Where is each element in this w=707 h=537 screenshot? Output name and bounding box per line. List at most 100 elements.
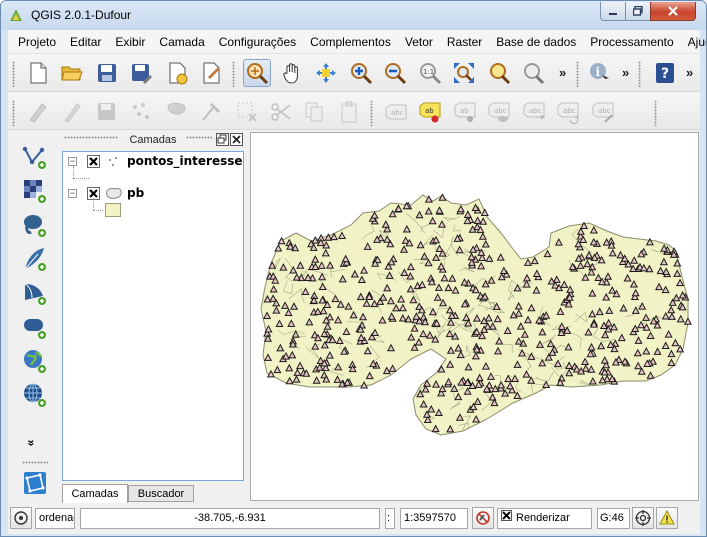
move-feature-button[interactable] [163,98,191,126]
messages-button[interactable] [10,507,32,529]
menu-processamento[interactable]: Processamento [583,30,680,54]
zoom-to-selection-button[interactable] [485,59,513,87]
layer-tree[interactable]: − pontos_interesse − pb [62,151,244,481]
composer-manager-button[interactable] [197,59,225,87]
toolbar-grip[interactable] [12,100,15,126]
zoom-out-button[interactable] [381,59,409,87]
toolbar-overflow-3[interactable]: » [686,65,693,80]
warning-icon [659,510,675,525]
help-icon: ? [656,63,674,83]
svg-text:abc: abc [529,107,542,115]
collapse-toggle[interactable]: − [68,189,77,198]
log-messages-button[interactable] [656,507,678,529]
layer-labeling-button[interactable]: abc [382,98,410,126]
label-highlight-button[interactable]: ab [416,98,444,126]
zoom-actual-size-button[interactable]: 1:1 [416,59,444,87]
zoom-in-button[interactable] [347,59,375,87]
menu-projeto[interactable]: Projeto [11,30,63,54]
menu-editar[interactable]: Editar [63,30,108,54]
copy-features-button[interactable] [300,98,328,126]
add-mssql-layer-button[interactable] [21,279,49,307]
minimize-button[interactable] [600,2,626,21]
rotate-label-button[interactable]: abc [554,98,582,126]
zoom-to-layer-button[interactable] [519,59,547,87]
toolbar-grip[interactable] [12,61,15,87]
change-label-button[interactable]: abc [589,98,617,126]
pin-labels-button[interactable]: ab [451,98,479,126]
projection-button[interactable] [632,507,654,529]
menu-base-de-dados[interactable]: Base de dados [489,30,583,54]
open-project-button[interactable] [58,59,86,87]
add-feature-button[interactable] [127,98,155,126]
close-button[interactable] [650,2,696,21]
menu-exibir[interactable]: Exibir [108,30,152,54]
menu-complementos[interactable]: Complementos [303,30,398,54]
save-as-icon [132,64,152,84]
layer-visibility-checkbox[interactable] [87,155,100,168]
add-vector-layer-button[interactable] [21,143,49,171]
save-edits-icon [98,103,115,120]
node-tool-icon [202,102,221,121]
show-hide-labels-button[interactable]: abc [485,98,513,126]
toolbar-grip[interactable] [654,100,657,126]
pan-to-selection-button[interactable] [243,59,271,87]
maximize-button[interactable] [625,2,651,21]
toolbar-grip[interactable] [638,61,641,87]
add-spatialite-layer-button[interactable] [21,245,49,273]
coordinates-field[interactable]: -38.705,-6.931 [80,508,380,529]
collapse-toggle[interactable]: − [68,157,77,166]
digitize-toolbar-button[interactable] [21,469,49,497]
vertical-toolbar-overflow[interactable]: » [24,440,38,447]
identify-icon: i [590,63,609,83]
add-wms-layer-button[interactable] [21,347,49,375]
toolbar-grip[interactable] [576,61,579,87]
add-wcs-layer-button[interactable] [21,381,49,409]
stop-render-button[interactable] [472,507,494,529]
zoom-full-button[interactable] [450,59,478,87]
map-canvas[interactable] [250,132,699,501]
current-edits-button[interactable] [58,98,86,126]
toolbar-grip[interactable] [370,100,373,126]
float-panel-button[interactable] [216,133,229,146]
layer-name[interactable]: pb [127,186,144,200]
paste-features-button[interactable] [335,98,363,126]
menu-raster[interactable]: Raster [440,30,489,54]
move-label-button[interactable]: abc [520,98,548,126]
pan-map-to-selection-button[interactable] [312,59,340,87]
new-project-button[interactable] [24,59,52,87]
delete-selected-button[interactable] [233,98,261,126]
layer-item-pontos-interesse[interactable]: − pontos_interesse [63,154,243,174]
pan-map-button[interactable] [278,59,306,87]
save-layer-edits-button[interactable] [93,98,121,126]
crs-field[interactable]: G:46 [597,508,630,529]
toolbar-grip[interactable] [232,61,235,87]
add-raster-layer-button[interactable] [21,177,49,205]
node-tool-button[interactable] [197,98,225,126]
render-toggle[interactable]: Renderizar [497,508,592,529]
tab-buscador[interactable]: Buscador [128,485,194,502]
help-button[interactable]: ? [651,59,679,87]
new-print-composer-button[interactable] [163,59,191,87]
toolbar-overflow-1[interactable]: » [559,65,566,80]
add-postgis-layer-button[interactable] [21,211,49,239]
add-oracle-layer-button[interactable] [21,313,49,341]
layer-item-pb[interactable]: − pb [63,186,243,206]
panel-grip[interactable] [186,136,212,139]
layer-name[interactable]: pontos_interesse [127,154,243,168]
menu-ajuda[interactable]: Ajuda [681,30,706,54]
identify-features-button[interactable]: i [586,59,614,87]
toggle-editing-button[interactable] [24,98,52,126]
save-as-button[interactable] [127,59,155,87]
close-panel-button[interactable] [230,133,243,146]
menu-configuracoes[interactable]: Configurações [212,30,303,54]
render-checkbox[interactable] [501,510,512,521]
menu-vetor[interactable]: Vetor [398,30,440,54]
cut-features-button[interactable] [267,98,295,126]
scale-field[interactable]: 1:3597570 [400,508,468,529]
float-icon [217,134,227,144]
toolbar-grip[interactable] [22,461,48,464]
menu-camada[interactable]: Camada [152,30,211,54]
tab-camadas[interactable]: Camadas [62,484,128,503]
toolbar-overflow-2[interactable]: » [622,65,629,80]
save-project-button[interactable] [93,59,121,87]
